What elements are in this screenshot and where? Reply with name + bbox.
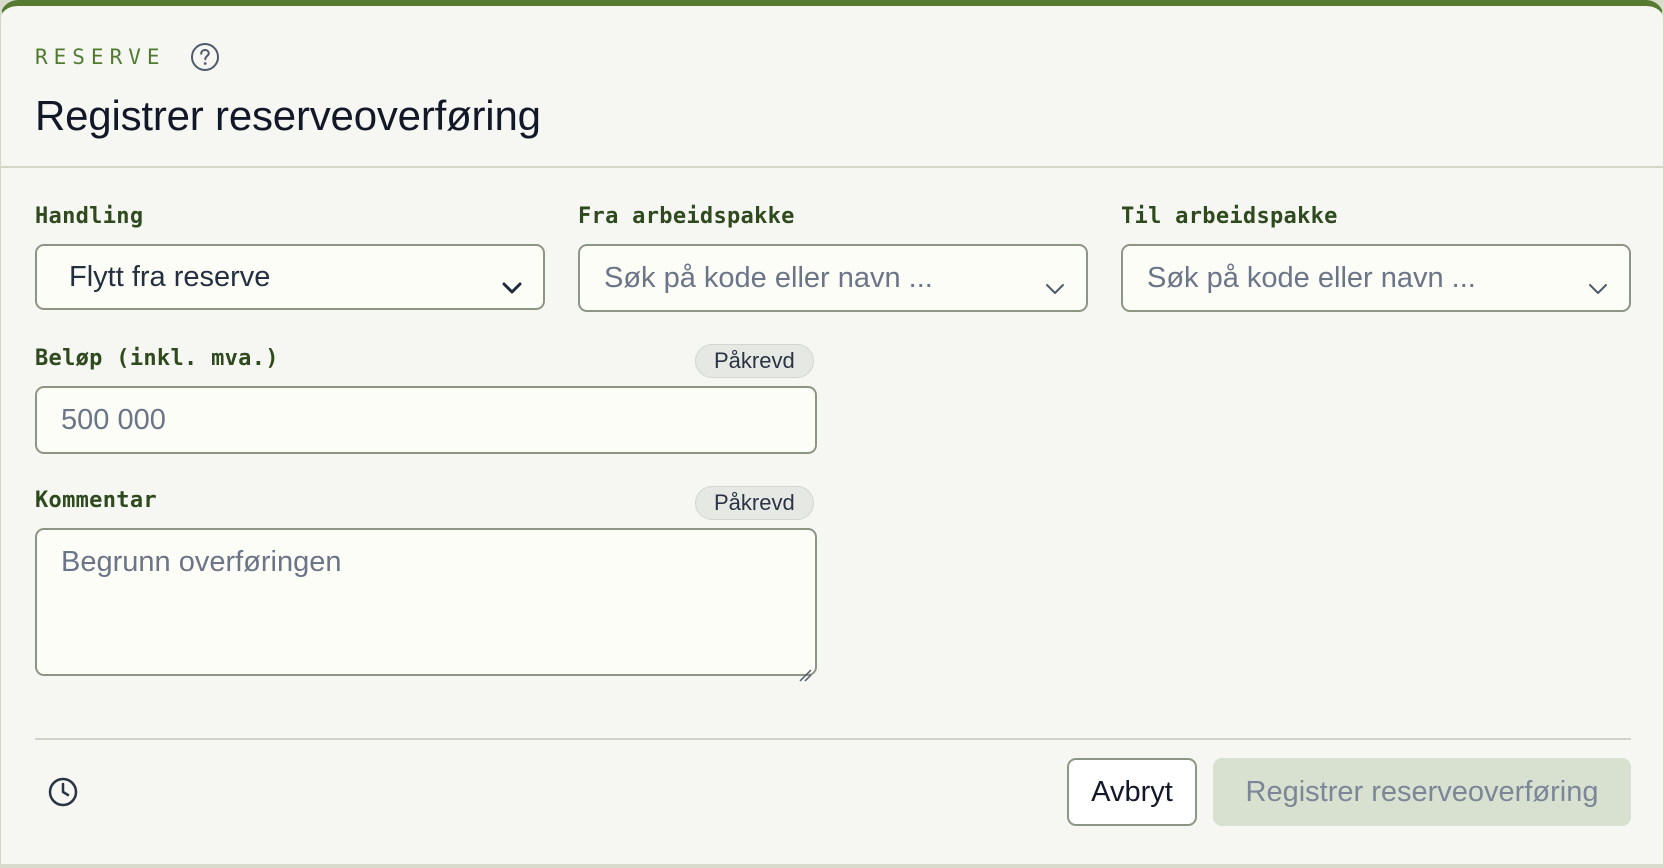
- fra-arbeidspakke-label: Fra arbeidspakke: [578, 204, 795, 229]
- belop-input[interactable]: 500 000: [35, 386, 817, 454]
- belop-required-badge: Påkrevd: [695, 344, 814, 378]
- resize-handle-icon[interactable]: [798, 657, 812, 682]
- page-title: Registrer reserveoverføring: [35, 92, 541, 139]
- kommentar-textarea[interactable]: Begrunn overføringen: [35, 528, 817, 682]
- submit-button[interactable]: Registrer reserveoverføring: [1213, 758, 1631, 826]
- til-arbeidspakke-placeholder: Søk på kode eller navn ...: [1147, 261, 1476, 294]
- kommentar-placeholder: Begrunn overføringen: [61, 546, 342, 578]
- chevron-down-icon: [501, 270, 523, 294]
- eyebrow-label: RESERVE: [35, 45, 166, 69]
- handling-select[interactable]: Flytt fra reserve: [35, 244, 545, 310]
- handling-label: Handling: [35, 204, 144, 229]
- chevron-down-icon: [1587, 271, 1609, 294]
- clock-icon[interactable]: [47, 776, 79, 808]
- reserve-transfer-dialog: RESERVE Registrer reserveoverføring Hand…: [0, 0, 1664, 864]
- eyebrow: RESERVE: [35, 42, 220, 72]
- chevron-down-icon: [1044, 271, 1066, 294]
- question-circle-icon[interactable]: [190, 42, 220, 72]
- fra-arbeidspakke-placeholder: Søk på kode eller navn ...: [604, 261, 933, 294]
- til-arbeidspakke-label: Til arbeidspakke: [1121, 204, 1338, 229]
- til-arbeidspakke-combobox[interactable]: Søk på kode eller navn ...: [1121, 244, 1631, 312]
- kommentar-required-badge: Påkrevd: [695, 486, 814, 520]
- fra-arbeidspakke-combobox[interactable]: Søk på kode eller navn ...: [578, 244, 1088, 312]
- cancel-button[interactable]: Avbryt: [1067, 758, 1197, 826]
- kommentar-label: Kommentar: [35, 488, 157, 513]
- belop-label: Beløp (inkl. mva.): [35, 346, 279, 371]
- handling-select-value: Flytt fra reserve: [69, 260, 271, 293]
- belop-placeholder: 500 000: [61, 403, 166, 436]
- footer-divider: [35, 738, 1631, 740]
- dialog-header: RESERVE Registrer reserveoverføring: [1, 6, 1663, 168]
